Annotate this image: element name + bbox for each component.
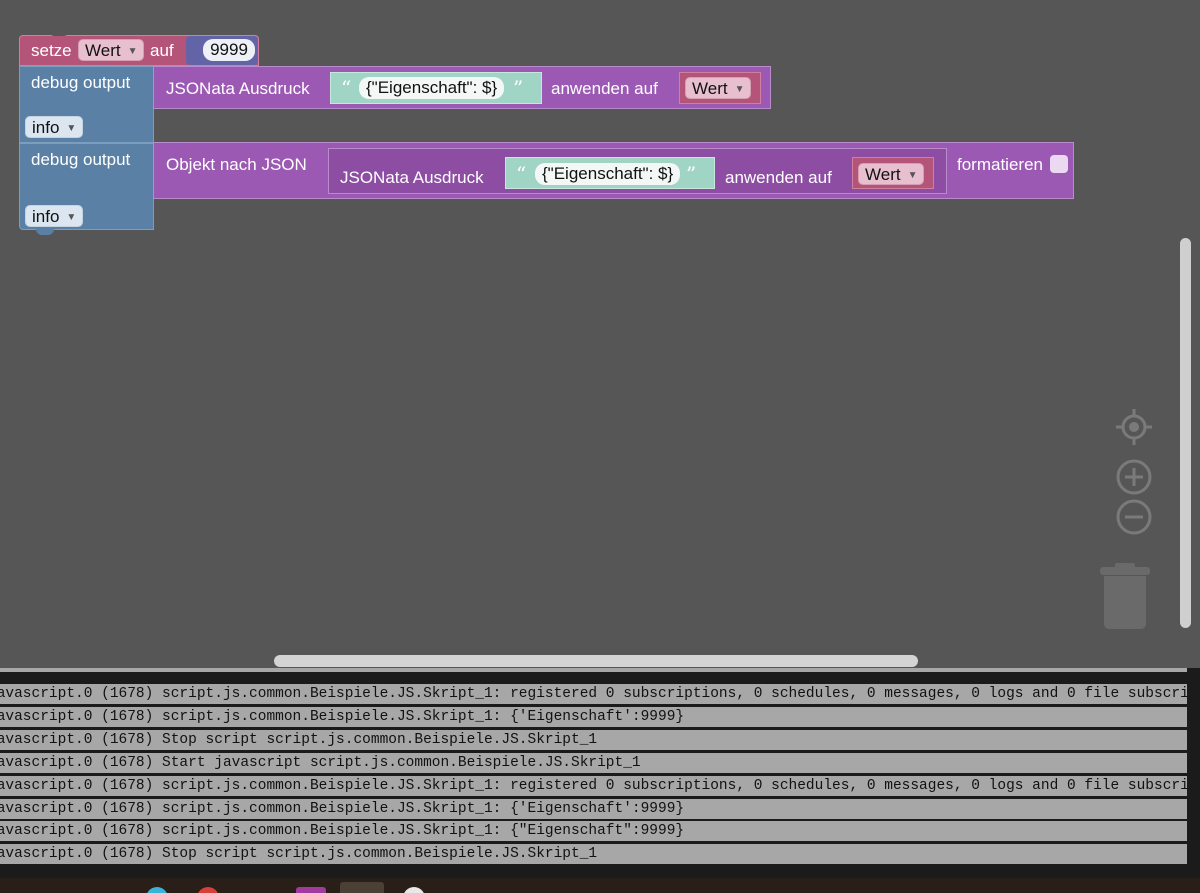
chevron-down-icon: ▼ [907,170,918,181]
log-panel: javascript.0 (1678) script.js.common.Bei… [0,668,1200,878]
chevron-down-icon: ▼ [66,212,77,223]
apply-to-label: anwenden auf [725,168,832,187]
horizontal-scrollbar[interactable] [274,655,918,667]
trash-icon[interactable] [1104,576,1146,629]
taskbar-app-icon[interactable] [403,887,425,893]
log-row-partial [0,668,1187,672]
debug-output-block[interactable]: debug output info ▼ [19,143,154,235]
log-row: javascript.0 (1678) script.js.common.Bei… [0,776,1187,796]
debug-output-block[interactable]: debug output info ▼ [19,66,154,143]
variable-name: Wert [85,41,121,60]
variable-dropdown[interactable]: Wert ▼ [858,163,925,185]
plus-circle-icon[interactable] [1115,458,1153,496]
object-to-json-block[interactable]: Objekt nach JSON JSONata Ausdruck “ {"Ei… [153,142,1074,199]
jsonata-block[interactable]: JSONata Ausdruck “ {"Eigenschaft": $} ” … [328,148,947,194]
chevron-down-icon: ▼ [127,46,138,57]
taskbar-app-icon[interactable] [197,887,219,893]
block-notch [36,229,54,235]
to-label: auf [150,41,174,60]
chevron-down-icon: ▼ [734,84,745,95]
set-label: setze [31,41,72,60]
jsonata-label: JSONata Ausdruck [166,79,310,98]
debug-output-label: debug output [31,150,131,169]
taskbar-app-active[interactable] [340,882,384,893]
crosshair-icon[interactable] [1114,407,1154,447]
log-row: javascript.0 (1678) Stop script script.j… [0,844,1187,864]
jsonata-label: JSONata Ausdruck [340,168,484,187]
open-quote-icon: “ [516,162,527,186]
format-checkbox[interactable] [1050,155,1068,173]
taskbar-app-icon[interactable] [296,887,326,893]
log-level-dropdown[interactable]: info ▼ [25,116,84,138]
number-field[interactable]: 9999 [203,39,255,61]
log-row: javascript.0 (1678) Stop script script.j… [0,730,1187,750]
log-level-dropdown[interactable]: info ▼ [25,205,84,227]
debug-output-label: debug output [31,73,131,92]
object-to-json-label: Objekt nach JSON [166,155,307,174]
jsonata-block[interactable]: JSONata Ausdruck “ {"Eigenschaft": $} ” … [153,66,771,109]
log-row: javascript.0 (1678) script.js.common.Bei… [0,799,1187,819]
variable-name: Wert [692,79,728,98]
close-quote-icon: ” [686,162,697,186]
open-quote-icon: “ [341,76,352,100]
variable-dropdown[interactable]: Wert ▼ [685,77,752,99]
chevron-down-icon: ▼ [66,123,77,134]
taskbar-app-icon[interactable] [146,887,168,893]
log-level-value: info [32,207,60,226]
log-row: javascript.0 (1678) Start javascript scr… [0,753,1187,773]
log-row: javascript.0 (1678) script.js.common.Bei… [0,684,1187,704]
vertical-scrollbar[interactable] [1180,238,1191,628]
jsonata-expression-field[interactable]: {"Eigenschaft": $} [359,77,505,99]
close-quote-icon: ” [513,76,524,100]
log-row: javascript.0 (1678) script.js.common.Bei… [0,707,1187,727]
block-notch [50,32,68,36]
minus-circle-icon[interactable] [1115,498,1153,536]
variable-dropdown[interactable]: Wert ▼ [78,39,145,61]
format-label: formatieren [957,155,1043,174]
taskbar [0,878,1200,893]
log-row: javascript.0 (1678) script.js.common.Bei… [0,821,1187,841]
jsonata-expression-field[interactable]: {"Eigenschaft": $} [535,163,681,185]
trash-lid[interactable] [1100,567,1150,575]
apply-to-label: anwenden auf [551,79,658,98]
blockly-workspace[interactable]: setze Wert ▼ auf 9999 debug output info ▼ … [0,0,1200,668]
log-level-value: info [32,118,60,137]
variable-name: Wert [865,165,901,184]
